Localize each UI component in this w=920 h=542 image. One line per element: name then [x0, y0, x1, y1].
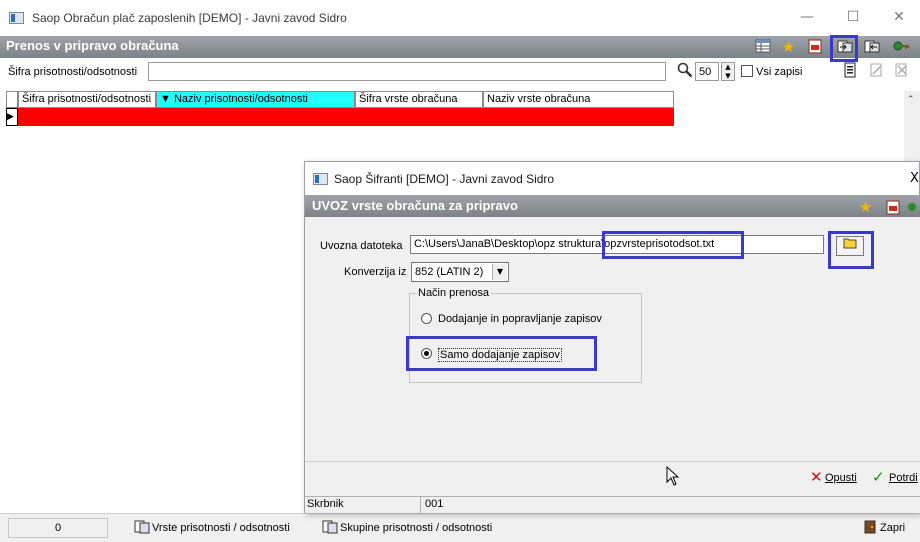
filename-highlight-box — [602, 231, 744, 259]
filter-label: Šifra prisotnosti/odsotnosti — [8, 66, 138, 78]
app-window-icon — [9, 12, 24, 24]
dialog-key-icon[interactable] — [906, 200, 920, 218]
close-button[interactable]: ✕ — [884, 6, 914, 28]
table-row[interactable] — [18, 108, 674, 126]
main-window-title: Saop Obračun plač zaposlenih [DEMO] - Ja… — [32, 11, 347, 25]
export-icon[interactable] — [863, 39, 880, 55]
module-title: Prenos v pripravo obračuna — [6, 38, 179, 53]
scroll-up-icon[interactable]: ⌃ — [907, 95, 915, 105]
cancel-icon[interactable]: ✕ — [810, 468, 823, 486]
all-records-checkbox[interactable] — [741, 65, 753, 77]
column-header-name[interactable]: ▼ Naziv prisotnosti/odsotnosti — [156, 91, 355, 108]
confirm-button[interactable]: Potrdi — [889, 472, 918, 484]
column-header-calc-name[interactable]: Naziv vrste obračuna — [483, 91, 674, 108]
groups-link[interactable]: Skupine prisotnosti / odsotnosti — [340, 522, 492, 534]
dialog-close-button[interactable]: X — [910, 171, 919, 186]
star-icon[interactable]: ★ — [780, 39, 797, 55]
types-icon[interactable] — [134, 520, 150, 534]
dialog-status-label: Skrbnik — [307, 498, 344, 510]
browse-highlight-box — [828, 231, 874, 269]
dialog-pdf-icon[interactable] — [886, 200, 900, 218]
key-icon[interactable] — [893, 39, 910, 55]
transfer-mode-label: Način prenosa — [416, 287, 491, 299]
new-record-icon[interactable] — [843, 62, 857, 78]
maximize-button[interactable]: ☐ — [838, 6, 868, 28]
all-records-label: Vsi zapisi — [756, 66, 803, 78]
dialog-title: Saop Šifranti [DEMO] - Javni zavod Sidro — [334, 172, 555, 186]
table-icon[interactable] — [754, 39, 771, 55]
grid-corner — [6, 91, 18, 108]
minimize-button[interactable]: — — [792, 6, 822, 28]
radio-add-update-label[interactable]: Dodajanje in popravljanje zapisov — [438, 313, 602, 325]
filter-input[interactable] — [148, 62, 666, 81]
confirm-icon[interactable]: ✓ — [872, 468, 885, 486]
record-count: 0 — [8, 518, 108, 538]
types-link[interactable]: Vrste prisotnosti / odsotnosti — [152, 522, 290, 534]
conversion-label: Konverzija iz — [344, 266, 407, 278]
close-module-link[interactable]: Zapri — [880, 522, 905, 534]
column-header-code[interactable]: Šifra prisotnosti/odsotnosti — [18, 91, 156, 108]
column-header-calc-code[interactable]: Šifra vrste obračuna — [355, 91, 483, 108]
dialog-header-title: UVOZ vrste obračuna za pripravo — [312, 198, 518, 213]
dialog-window-icon — [313, 173, 328, 185]
dialog-star-icon[interactable]: ★ — [859, 198, 872, 216]
edit-record-icon[interactable] — [869, 62, 883, 78]
search-icon[interactable] — [677, 62, 693, 78]
row-indicator-icon: ▶ — [6, 108, 18, 126]
cancel-button-label[interactable]: Opusti — [825, 472, 857, 484]
groups-icon[interactable] — [322, 520, 338, 534]
confirm-button-label[interactable]: Potrdi — [889, 472, 918, 484]
file-label: Uvozna datoteka — [320, 240, 403, 252]
pdf-icon[interactable] — [806, 39, 823, 55]
record-limit-input[interactable] — [695, 62, 719, 81]
delete-record-icon[interactable] — [894, 62, 908, 78]
import-highlight-box — [830, 35, 858, 62]
cancel-button[interactable]: Opusti — [825, 472, 857, 484]
dialog-status-value: 001 — [425, 498, 444, 510]
door-icon[interactable] — [862, 520, 878, 534]
record-limit-spinner[interactable]: ▲ ▼ — [721, 62, 735, 81]
radio-add-update[interactable] — [421, 313, 432, 324]
mouse-cursor-icon — [666, 465, 680, 489]
chevron-down-icon[interactable]: ▼ — [492, 264, 507, 280]
option-highlight-box — [406, 336, 597, 371]
